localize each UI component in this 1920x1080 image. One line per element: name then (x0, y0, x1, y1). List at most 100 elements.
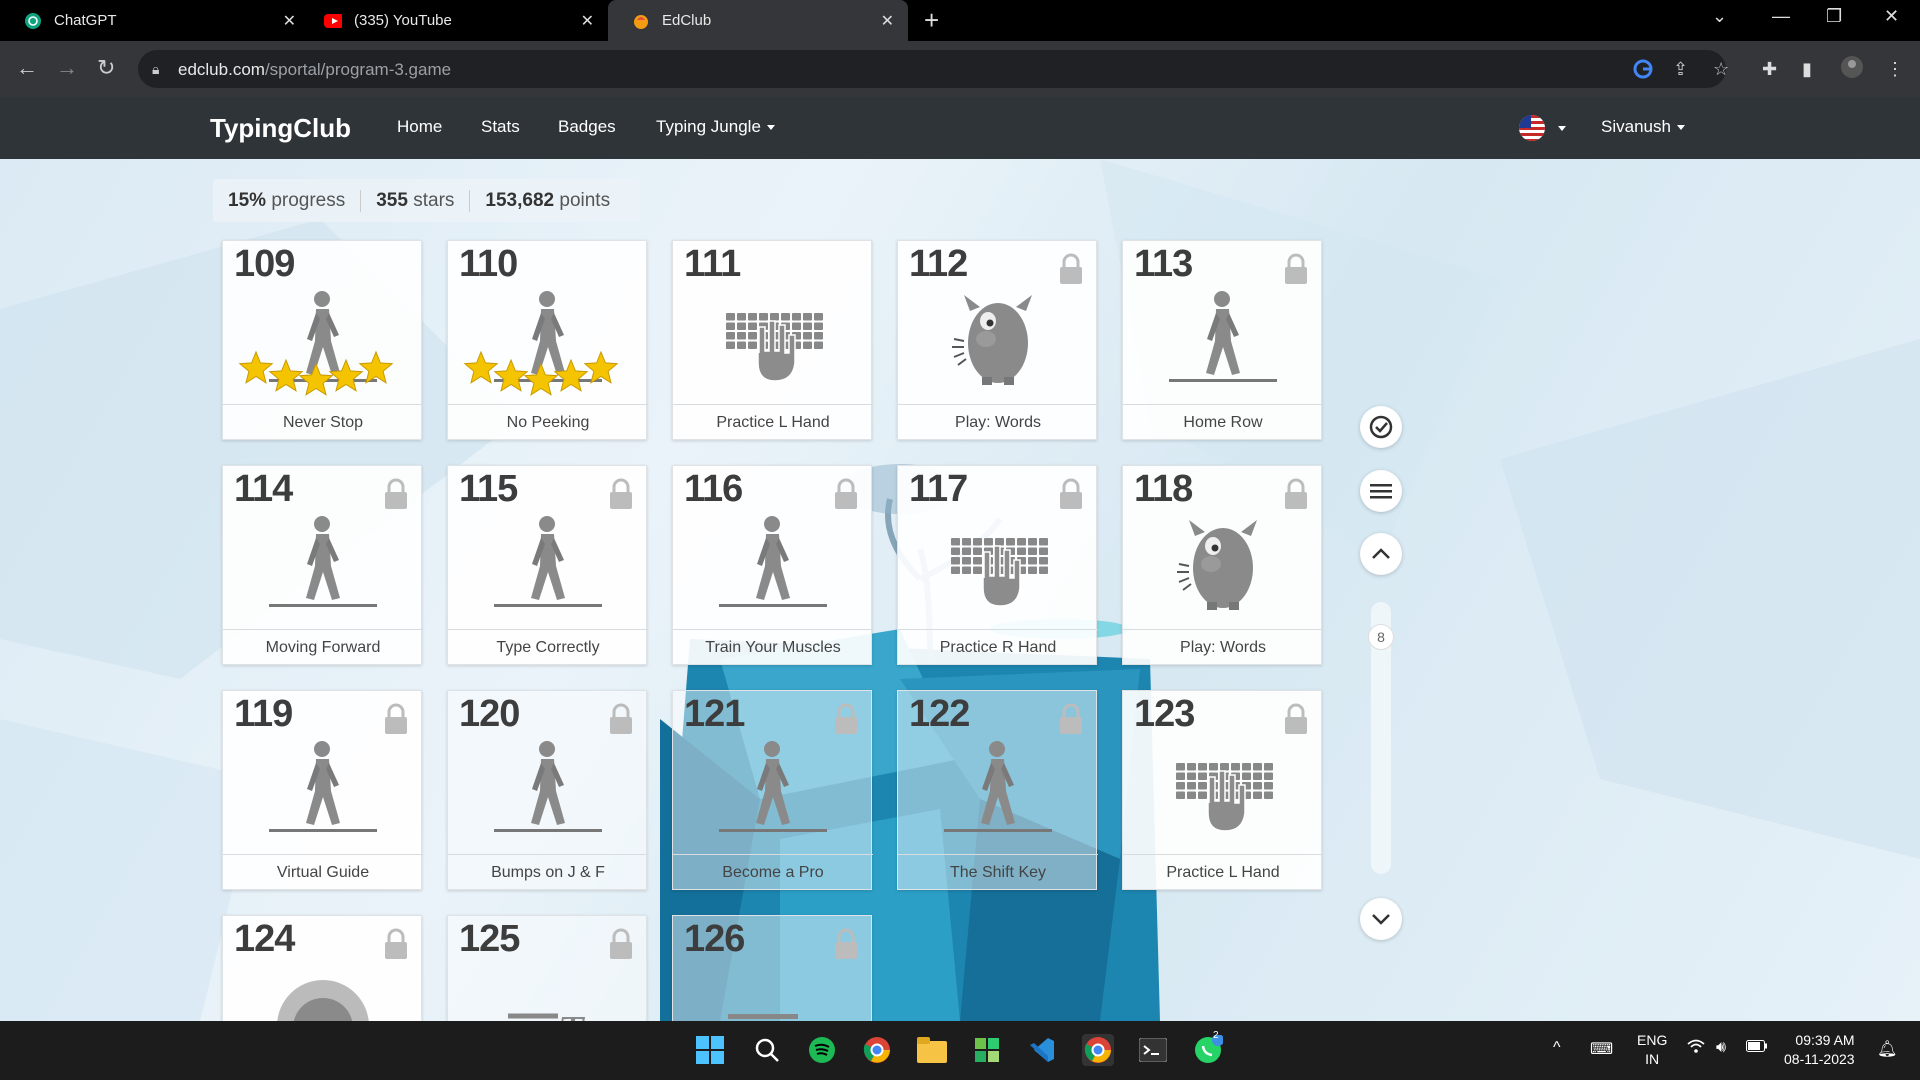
whatsapp-icon[interactable]: 2 (1192, 1030, 1224, 1066)
walker-icon (223, 281, 423, 406)
tab-chatgpt[interactable]: ChatGPT ✕ (0, 0, 310, 41)
scroll-down-button[interactable] (1360, 898, 1402, 940)
progress-stat: 15% progress (228, 189, 346, 211)
lesson-title: Practice R Hand (898, 629, 1098, 664)
walker-icon (1123, 281, 1323, 406)
lesson-card[interactable]: 120 Bumps on J & F (447, 690, 648, 890)
list-button[interactable] (1360, 470, 1402, 512)
browser-tab-strip: ChatGPT ✕ (335) YouTube ✕ EdClub ✕ + ⌄ —… (0, 0, 1920, 41)
nav-home[interactable]: Home (397, 117, 442, 137)
close-icon[interactable]: ✕ (283, 11, 296, 31)
scroll-up-button[interactable] (1360, 533, 1402, 575)
restore-icon[interactable]: ❐ (1826, 6, 1842, 27)
keyboard-icon[interactable]: ⌨ (1590, 1039, 1613, 1059)
lesson-title: Home Row (1123, 404, 1323, 439)
wifi-icon[interactable] (1687, 1039, 1705, 1058)
lesson-card[interactable]: 111 Practice L Hand (672, 240, 873, 440)
lesson-title: Become a Pro (673, 854, 873, 889)
site-logo[interactable]: TypingClub (210, 113, 351, 144)
nav-stats[interactable]: Stats (481, 117, 520, 137)
notification-bell-icon[interactable]: 🔔︎ (1877, 1039, 1897, 1059)
lesson-card[interactable]: 110 No Peeking (447, 240, 648, 440)
app-icon[interactable] (971, 1034, 1003, 1066)
us-flag-icon[interactable] (1519, 115, 1545, 141)
tab-search-icon[interactable]: ⌄ (1712, 6, 1727, 27)
close-window-icon[interactable]: ✕ (1884, 6, 1899, 27)
new-tab-button[interactable]: + (924, 6, 939, 34)
lesson-title: Play: Words (1123, 629, 1323, 664)
spotify-icon[interactable] (806, 1034, 838, 1066)
lesson-number: 121 (684, 693, 745, 735)
lesson-card[interactable]: 116 Train Your Muscles (672, 465, 873, 665)
lesson-number: 126 (684, 918, 745, 960)
lesson-card[interactable]: 115 Type Correctly (447, 465, 648, 665)
nav-badges[interactable]: Badges (558, 117, 616, 137)
bookmark-star-icon[interactable]: ☆ (1713, 59, 1729, 80)
lesson-card[interactable]: 117 Practice R Hand (897, 465, 1098, 665)
chevron-down-icon (1676, 125, 1685, 131)
system-clock[interactable]: 09:39 AM 08-11-2023 (1784, 1031, 1855, 1069)
lesson-title: Practice L Hand (673, 404, 873, 439)
back-icon[interactable]: ← (16, 55, 38, 81)
language-indicator[interactable]: ENG IN (1637, 1031, 1667, 1069)
lesson-number: 119 (234, 693, 293, 735)
lesson-number: 114 (234, 468, 293, 510)
chevron-up-icon[interactable]: ^ (1553, 1039, 1561, 1057)
lesson-card[interactable]: 119 Virtual Guide (222, 690, 423, 890)
lesson-card[interactable]: 113 Home Row (1122, 240, 1323, 440)
chrome-active-icon[interactable] (1082, 1034, 1114, 1066)
lesson-card[interactable]: 126 (672, 915, 872, 1021)
share-icon[interactable]: ⇪ (1673, 59, 1688, 80)
close-icon[interactable]: ✕ (581, 11, 594, 31)
file-explorer-icon[interactable] (916, 1034, 948, 1066)
lesson-card[interactable]: 114 Moving Forward (222, 465, 423, 665)
lesson-card[interactable]: 109 Never Stop (222, 240, 423, 440)
side-panel-icon[interactable]: ▮ (1802, 59, 1812, 80)
walker-icon (898, 731, 1098, 856)
tab-edclub[interactable]: EdClub ✕ (608, 0, 908, 41)
minimize-icon[interactable]: — (1772, 6, 1790, 27)
lesson-card[interactable]: 121 Become a Pro (672, 690, 873, 890)
vscode-icon[interactable] (1026, 1034, 1058, 1066)
hamburger-icon (1370, 484, 1392, 499)
windows-start-icon[interactable] (694, 1034, 726, 1066)
tab-youtube[interactable]: (335) YouTube ✕ (300, 0, 608, 41)
lesson-card[interactable]: 123 Practice L Hand (1122, 690, 1323, 890)
keyboard-hand-icon (673, 281, 873, 406)
lesson-card[interactable]: 112 Play: Words (897, 240, 1098, 440)
lesson-card[interactable]: 122 The Shift Key (897, 690, 1098, 890)
lesson-card[interactable]: 124 (222, 915, 422, 1021)
search-icon[interactable] (751, 1034, 783, 1066)
extensions-icon[interactable]: ✚ (1762, 59, 1777, 80)
nav-typing-jungle[interactable]: Typing Jungle (656, 117, 775, 137)
chevron-down-icon (1372, 914, 1390, 925)
lesson-title: Play: Words (898, 404, 1098, 439)
menu-dots-icon[interactable]: ⋮ (1886, 59, 1904, 80)
chrome-icon[interactable] (861, 1034, 893, 1066)
checkmark-button[interactable] (1360, 406, 1402, 448)
user-menu[interactable]: Sivanush (1601, 117, 1685, 137)
lesson-title: No Peeking (448, 404, 648, 439)
forward-icon[interactable]: → (56, 55, 78, 81)
reload-icon[interactable]: ↻ (97, 55, 115, 81)
chevron-down-icon[interactable] (1558, 126, 1566, 131)
lesson-card[interactable]: 118 Play: Words (1122, 465, 1323, 665)
close-icon[interactable]: ✕ (881, 11, 894, 31)
volume-icon[interactable]: 🔊︎ (1716, 1039, 1726, 1057)
lesson-title: Practice L Hand (1123, 854, 1323, 889)
google-icon[interactable] (1633, 59, 1653, 84)
lock-icon[interactable]: 🔒︎ (152, 61, 159, 78)
walker-icon (673, 506, 873, 631)
walker-icon (223, 731, 423, 856)
check-circle-icon (1369, 415, 1393, 439)
windows-taskbar: 2 ^ ⌨ ENG IN 🔊︎ 09:39 AM 08-11-2023 🔔︎ (0, 1021, 1920, 1080)
terminal-icon[interactable] (1137, 1034, 1169, 1066)
lesson-title: Bumps on J & F (448, 854, 648, 889)
monster-icon (898, 281, 1098, 406)
walker-icon (673, 731, 873, 856)
speed-icon: T (448, 956, 648, 1021)
lesson-card[interactable]: 125 T (447, 915, 647, 1021)
profile-avatar[interactable] (1840, 55, 1864, 84)
address-bar[interactable]: 🔒︎ edclub.com/sportal/program-3.game ⇪ ☆ (138, 50, 1729, 88)
battery-icon[interactable] (1746, 1039, 1768, 1057)
